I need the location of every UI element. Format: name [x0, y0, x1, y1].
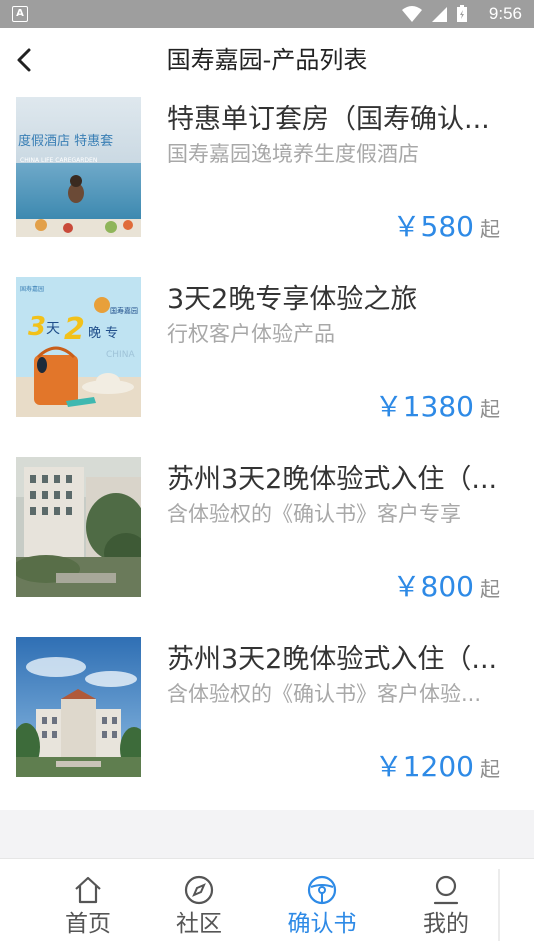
product-title: 苏州3天2晚体验式入住（... [167, 464, 498, 495]
bottom-tab-bar: 首页 社区 确认书 我的 [0, 858, 534, 951]
product-price: ￥1200 起 [375, 749, 500, 787]
product-price: ￥580 起 [393, 209, 500, 247]
svg-text:度假酒店 特惠套: 度假酒店 特惠套 [18, 133, 113, 149]
product-price: ￥800 起 [393, 569, 500, 607]
system-icons [398, 5, 468, 23]
price-value: ￥800 [392, 570, 474, 603]
svg-text:天: 天 [46, 321, 60, 337]
svg-text:晚 专: 晚 专 [88, 326, 118, 341]
svg-text:3: 3 [28, 312, 46, 342]
product-title: 3天2晚专享体验之旅 [167, 284, 418, 315]
price-unit: 起 [480, 397, 500, 421]
tab-home[interactable]: 首页 [33, 859, 143, 951]
product-subtitle: 含体验权的《确认书》客户专享 [167, 502, 461, 526]
product-item[interactable]: 苏州3天2晚体验式入住（... 含体验权的《确认书》客户专享 ￥800 起 [0, 452, 534, 632]
status-bar: A 9:56 [0, 0, 534, 28]
clock: 9:56 [488, 4, 522, 23]
svg-text:国寿嘉园: 国寿嘉园 [110, 306, 138, 315]
resort-building-image [16, 457, 141, 597]
tab-label: 社区 [176, 911, 222, 937]
product-thumbnail: 度假酒店 特惠套 CHINA LIFE CAREGARDEN [16, 97, 141, 237]
beach-vacation-image: 国寿嘉园 国寿嘉园 3 天 2 晚 专 CHINA [16, 277, 141, 417]
product-item[interactable]: 苏州3天2晚体验式入住（... 含体验权的《确认书》客户体验... ￥1200 起 [0, 632, 534, 810]
product-item[interactable]: 国寿嘉园 国寿嘉园 3 天 2 晚 专 CHINA 3天2晚专享体验之旅 行权客… [0, 272, 534, 452]
product-list: 度假酒店 特惠套 CHINA LIFE CAREGARDEN 特惠单订套房（国寿… [0, 92, 534, 810]
home-icon [75, 876, 101, 904]
price-unit: 起 [480, 577, 500, 601]
product-title: 苏州3天2晚体验式入住（... [167, 644, 498, 675]
tab-profile[interactable]: 我的 [391, 859, 501, 951]
steering-wheel-icon [307, 875, 337, 905]
page-title: 国寿嘉园-产品列表 [166, 46, 368, 74]
product-subtitle: 国寿嘉园逸境养生度假酒店 [167, 142, 419, 166]
divider [498, 869, 500, 941]
tab-community[interactable]: 社区 [144, 859, 254, 951]
tab-confirmation[interactable]: 确认书 [267, 859, 377, 951]
user-icon [433, 875, 459, 905]
app-notification-icon: A [12, 6, 28, 22]
product-item[interactable]: 度假酒店 特惠套 CHINA LIFE CAREGARDEN 特惠单订套房（国寿… [0, 92, 534, 272]
tab-label: 首页 [65, 911, 111, 937]
svg-text:国寿嘉园: 国寿嘉园 [20, 285, 44, 293]
product-thumbnail [16, 457, 141, 597]
svg-text:CHINA: CHINA [106, 350, 135, 360]
app-header: 国寿嘉园-产品列表 [0, 28, 534, 92]
price-value: ￥1200 [374, 750, 474, 783]
tab-label: 我的 [423, 911, 469, 937]
price-value: ￥580 [392, 210, 474, 243]
hotel-exterior-image [16, 637, 141, 777]
compass-icon [184, 875, 214, 905]
svg-text:2: 2 [64, 312, 85, 347]
product-price: ￥1380 起 [375, 389, 500, 427]
price-value: ￥1380 [374, 390, 474, 423]
price-unit: 起 [480, 217, 500, 241]
cellular-signal-icon [431, 7, 447, 22]
product-subtitle: 含体验权的《确认书》客户体验... [167, 682, 482, 706]
product-title: 特惠单订套房（国寿确认... [167, 104, 490, 135]
battery-icon [457, 5, 467, 22]
svg-text:CHINA LIFE CAREGARDEN: CHINA LIFE CAREGARDEN [20, 157, 97, 164]
tab-label: 确认书 [287, 911, 357, 937]
wifi-icon [401, 6, 422, 22]
product-subtitle: 行权客户体验产品 [167, 322, 335, 346]
hotel-pool-image: 度假酒店 特惠套 CHINA LIFE CAREGARDEN [16, 97, 141, 237]
product-thumbnail: 国寿嘉园 国寿嘉园 3 天 2 晚 专 CHINA [16, 277, 141, 417]
price-unit: 起 [480, 757, 500, 781]
product-thumbnail [16, 637, 141, 777]
